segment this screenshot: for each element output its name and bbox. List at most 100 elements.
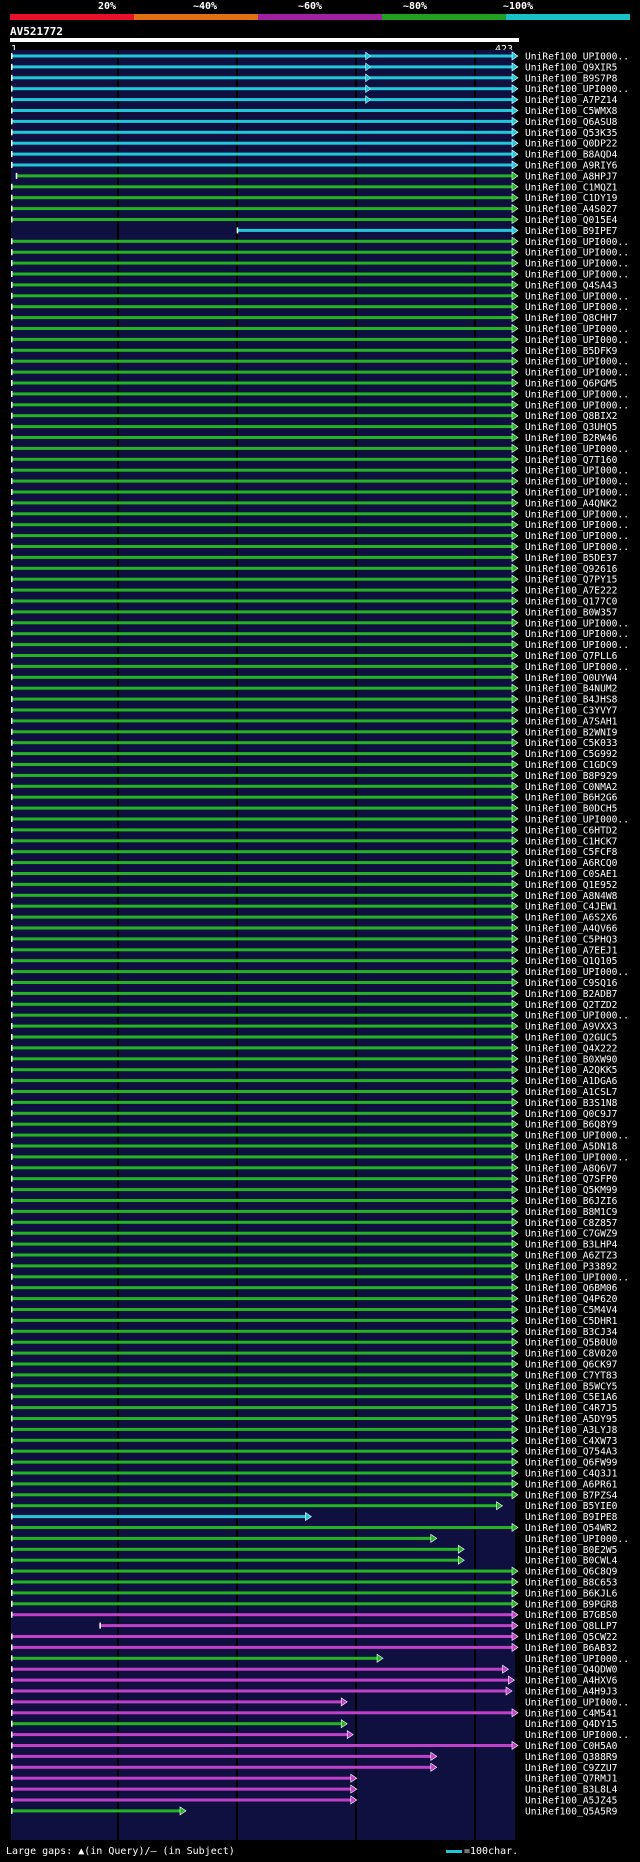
hit-bar[interactable] bbox=[15, 174, 515, 178]
hit-bar[interactable] bbox=[11, 98, 515, 102]
hit-bar[interactable] bbox=[11, 479, 515, 483]
hit-label[interactable]: UniRef100_C1DY19 bbox=[525, 193, 618, 204]
hit-label[interactable]: UniRef100_Q0C9J7 bbox=[525, 1109, 618, 1120]
hit-bar[interactable] bbox=[11, 1678, 512, 1682]
hit-label[interactable]: UniRef100_Q5B0U0 bbox=[525, 1338, 618, 1349]
hit-bar[interactable] bbox=[11, 1351, 515, 1355]
hit-bar[interactable] bbox=[11, 588, 515, 592]
hit-label[interactable]: UniRef100_Q7PLL6 bbox=[525, 651, 618, 662]
hit-label[interactable]: UniRef100_Q4P620 bbox=[525, 1294, 618, 1305]
hit-label[interactable]: UniRef100_C1MQZ1 bbox=[525, 182, 618, 193]
hit-label[interactable]: UniRef100_Q53K35 bbox=[525, 128, 617, 139]
hit-label[interactable]: UniRef100_A4HXV6 bbox=[525, 1676, 618, 1687]
hit-label[interactable]: UniRef100_UPI000.. bbox=[525, 357, 629, 368]
hit-bar[interactable] bbox=[11, 1591, 515, 1595]
hit-label[interactable]: UniRef100_UPI000.. bbox=[525, 531, 629, 542]
hit-bar[interactable] bbox=[11, 1765, 434, 1769]
hit-label[interactable]: UniRef100_UPI000.. bbox=[525, 270, 629, 281]
hit-label[interactable]: UniRef100_B9IPE7 bbox=[525, 226, 618, 237]
hit-label[interactable]: UniRef100_B9PGR8 bbox=[525, 1599, 618, 1610]
hit-label[interactable]: UniRef100_Q7SFP0 bbox=[525, 1174, 618, 1185]
hit-bar[interactable] bbox=[11, 1188, 515, 1192]
hit-bar[interactable] bbox=[11, 1329, 515, 1333]
hit-bar[interactable] bbox=[11, 239, 515, 243]
hit-label[interactable]: UniRef100_UPI000.. bbox=[525, 291, 629, 302]
hit-label[interactable]: UniRef100_C7YT83 bbox=[525, 1370, 618, 1381]
hit-label[interactable]: UniRef100_C4M541 bbox=[525, 1708, 618, 1719]
hit-bar[interactable] bbox=[11, 1700, 345, 1704]
hit-label[interactable]: UniRef100_UPI000.. bbox=[525, 84, 629, 95]
hit-bar[interactable] bbox=[11, 1286, 515, 1290]
hit-bar[interactable] bbox=[11, 1602, 515, 1606]
hit-bar[interactable] bbox=[11, 305, 515, 309]
hit-label[interactable]: UniRef100_A3LYJ8 bbox=[525, 1425, 618, 1436]
hit-bar[interactable] bbox=[11, 1264, 515, 1268]
hit-label[interactable]: UniRef100_B5DE37 bbox=[525, 553, 618, 564]
hit-bar[interactable] bbox=[11, 1438, 515, 1442]
hit-bar[interactable] bbox=[11, 1482, 515, 1486]
hit-label[interactable]: UniRef100_UPI000.. bbox=[525, 466, 629, 477]
hit-label[interactable]: UniRef100_C3YVY7 bbox=[525, 706, 618, 717]
hit-label[interactable]: UniRef100_UPI000.. bbox=[525, 1730, 629, 1741]
hit-label[interactable]: UniRef100_Q7PY15 bbox=[525, 575, 617, 586]
hit-bar[interactable] bbox=[11, 1569, 515, 1573]
hit-bar[interactable] bbox=[11, 1297, 515, 1301]
hit-bar[interactable] bbox=[11, 773, 515, 777]
hit-label[interactable]: UniRef100_UPI000.. bbox=[525, 520, 629, 531]
hit-label[interactable]: UniRef100_A1CSL7 bbox=[525, 1087, 618, 1098]
hit-label[interactable]: UniRef100_A8HPJ7 bbox=[525, 171, 618, 182]
hit-bar[interactable] bbox=[11, 1242, 515, 1246]
hit-label[interactable]: UniRef100_B6KJL6 bbox=[525, 1588, 618, 1599]
hit-label[interactable]: UniRef100_Q7T160 bbox=[525, 455, 618, 466]
hit-bar[interactable] bbox=[11, 1155, 515, 1159]
hit-bar[interactable] bbox=[11, 566, 515, 570]
hit-label[interactable]: UniRef100_UPI000.. bbox=[525, 259, 629, 270]
hit-label[interactable]: UniRef100_B7GBS0 bbox=[525, 1610, 618, 1621]
hit-bar[interactable] bbox=[11, 675, 515, 679]
hit-bar[interactable] bbox=[11, 1427, 515, 1431]
hit-bar[interactable] bbox=[11, 1035, 515, 1039]
hit-bar[interactable] bbox=[11, 1580, 515, 1584]
hit-label[interactable]: UniRef100_C0SAE1 bbox=[525, 869, 618, 880]
hit-label[interactable]: UniRef100_B8P929 bbox=[525, 771, 618, 782]
hit-label[interactable]: UniRef100_C8V020 bbox=[525, 1349, 618, 1360]
hit-label[interactable]: UniRef100_Q6C8Q9 bbox=[525, 1567, 618, 1578]
hit-label[interactable]: UniRef100_UPI000.. bbox=[525, 389, 629, 400]
hit-label[interactable]: UniRef100_B3L8L4 bbox=[525, 1785, 618, 1796]
hit-bar[interactable] bbox=[11, 981, 515, 984]
hit-label[interactable]: UniRef100_Q8CHH7 bbox=[525, 313, 618, 324]
hit-bar[interactable] bbox=[11, 1253, 515, 1257]
hit-bar[interactable] bbox=[11, 446, 515, 450]
hit-label[interactable]: UniRef100_B9IPE8 bbox=[525, 1512, 618, 1523]
hit-label[interactable]: UniRef100_UPI000.. bbox=[525, 477, 629, 488]
hit-bar[interactable] bbox=[11, 719, 515, 723]
hit-bar[interactable] bbox=[11, 359, 515, 363]
hit-label[interactable]: UniRef100_UPI000.. bbox=[525, 967, 629, 978]
hit-bar[interactable] bbox=[11, 1166, 515, 1170]
hit-bar[interactable] bbox=[11, 425, 515, 429]
hit-bar[interactable] bbox=[11, 621, 515, 625]
hit-label[interactable]: UniRef100_UPI000.. bbox=[525, 629, 629, 640]
hit-label[interactable]: UniRef100_Q92616 bbox=[525, 564, 618, 575]
hit-label[interactable]: UniRef100_B0W357 bbox=[525, 607, 618, 618]
hit-bar[interactable] bbox=[11, 1013, 515, 1017]
hit-bar[interactable] bbox=[11, 1536, 434, 1540]
hit-bar[interactable] bbox=[11, 1809, 183, 1813]
hit-label[interactable]: UniRef100_Q4QDW0 bbox=[525, 1665, 618, 1676]
hit-bar[interactable] bbox=[11, 207, 515, 211]
hit-bar[interactable] bbox=[11, 1504, 500, 1508]
hit-label[interactable]: UniRef100_UPI000.. bbox=[525, 400, 629, 411]
hit-bar[interactable] bbox=[11, 555, 515, 559]
hit-bar[interactable] bbox=[11, 1373, 515, 1377]
hit-label[interactable]: UniRef100_B6AB32 bbox=[525, 1643, 617, 1654]
hit-label[interactable]: UniRef100_B6H2G6 bbox=[525, 793, 618, 804]
hit-bar[interactable] bbox=[11, 861, 515, 865]
hit-label[interactable]: UniRef100_C5E1A6 bbox=[525, 1392, 618, 1403]
hit-bar[interactable] bbox=[11, 1308, 515, 1311]
hit-bar[interactable] bbox=[11, 1362, 515, 1366]
hit-bar[interactable] bbox=[11, 839, 515, 843]
hit-label[interactable]: UniRef100_C4JEW1 bbox=[525, 902, 618, 913]
hit-bar[interactable] bbox=[11, 915, 515, 919]
hit-bar[interactable] bbox=[11, 1689, 510, 1693]
hit-bar[interactable] bbox=[99, 1624, 515, 1628]
